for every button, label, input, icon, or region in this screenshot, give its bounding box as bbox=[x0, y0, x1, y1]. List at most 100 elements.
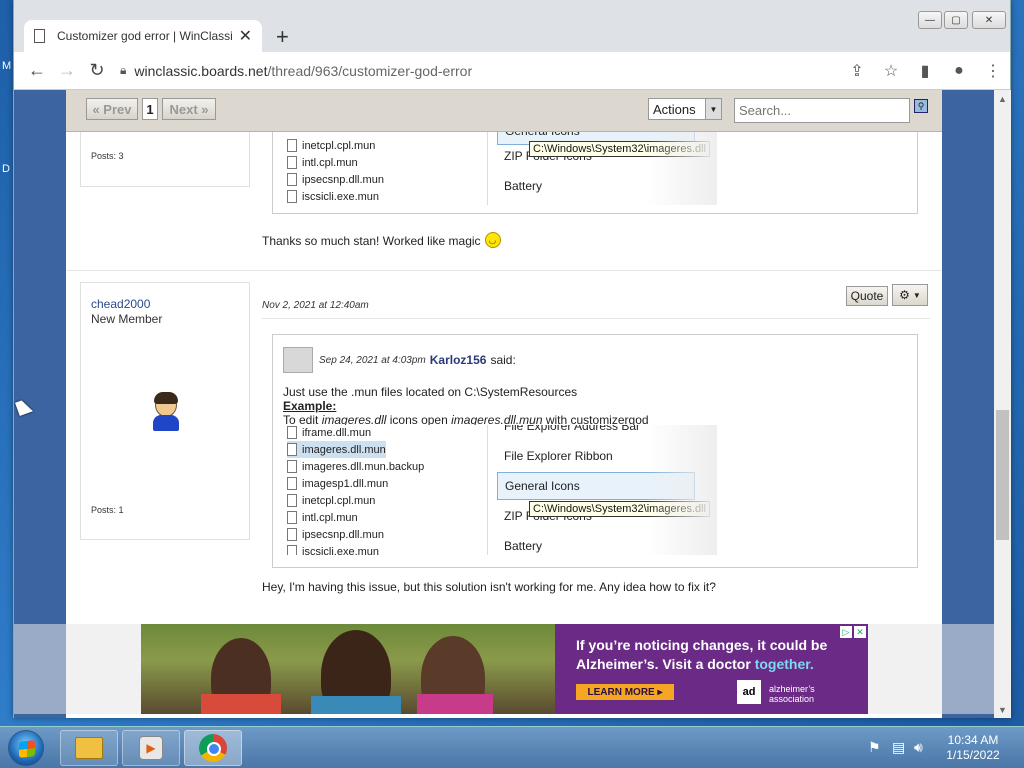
quote-date: Sep 24, 2021 at 4:03pm bbox=[319, 354, 426, 366]
system-clock[interactable]: 10:34 AM 1/15/2022 bbox=[940, 733, 1006, 763]
start-button[interactable] bbox=[8, 730, 44, 766]
post-image: inetcpl.cpl.mun intl.cpl.mun ipsecsnp.dl… bbox=[272, 132, 918, 214]
file-row: inetcpl.cpl.mun bbox=[287, 492, 375, 509]
quote-button[interactable]: Quote bbox=[846, 286, 888, 306]
learn-more-button[interactable]: LEARN MORE ▸ bbox=[576, 684, 674, 700]
close-window-button[interactable]: ✕ bbox=[972, 11, 1006, 29]
option-item: Battery bbox=[504, 179, 543, 193]
profile-avatar-icon[interactable]: ● bbox=[942, 56, 976, 86]
quote-header: Sep 24, 2021 at 4:03pm Karloz156 said: bbox=[283, 347, 516, 373]
next-page-button[interactable]: Next » bbox=[162, 98, 216, 120]
file-row: inetcpl.cpl.mun bbox=[287, 137, 375, 154]
page-scrollbar[interactable]: ▲ ▼ bbox=[994, 90, 1011, 718]
post-message: Hey, I'm having this issue, but this sol… bbox=[262, 580, 716, 594]
file-row: imagesp1.dll.mun bbox=[287, 475, 388, 492]
taskbar-chrome[interactable] bbox=[184, 730, 242, 766]
desktop-icon-label[interactable]: M bbox=[2, 60, 11, 72]
share-icon[interactable]: ⇪ bbox=[840, 56, 874, 86]
browser-tab[interactable]: Customizer god error | WinClassic ✕ bbox=[24, 20, 262, 52]
page-number-button[interactable]: 1 bbox=[142, 98, 158, 120]
quote-said: said: bbox=[490, 353, 516, 367]
ad-org-name: alzheimer’s association bbox=[769, 684, 815, 704]
tab-strip: Customizer god error | WinClassic ✕ + — … bbox=[14, 0, 1010, 52]
windows-logo-icon bbox=[19, 740, 35, 758]
gear-icon: ⚙ bbox=[899, 288, 910, 302]
taskbar-media-player[interactable]: ▶ bbox=[122, 730, 180, 766]
close-ad-icon[interactable]: ✕ bbox=[854, 626, 866, 638]
taskbar-explorer[interactable] bbox=[60, 730, 118, 766]
maximize-button[interactable]: ▢ bbox=[944, 11, 968, 29]
chevron-down-icon: ▼ bbox=[705, 99, 721, 119]
search-input[interactable] bbox=[734, 98, 910, 123]
browser-toolbar: ← → ↻ 🔒︎ winclassic.boards.net/thread/96… bbox=[14, 52, 1010, 90]
adchoices-icon[interactable]: ▷ bbox=[840, 626, 852, 638]
file-row: imageres.dll.mun.backup bbox=[287, 458, 424, 475]
file-row: intl.cpl.mun bbox=[287, 509, 358, 526]
actions-dropdown[interactable]: Actions ▼ bbox=[648, 98, 722, 120]
user-info-box: Posts: 3 bbox=[80, 132, 250, 187]
user-info-box: chead2000 New Member Posts: 1 bbox=[80, 282, 250, 540]
file-row: iframe.dll.mun bbox=[287, 425, 371, 441]
media-player-icon: ▶ bbox=[139, 736, 163, 760]
network-icon[interactable]: ▤ bbox=[892, 739, 905, 756]
page-icon bbox=[34, 29, 45, 43]
side-panel-icon[interactable]: ▮ bbox=[908, 56, 942, 86]
forward-icon[interactable]: → bbox=[52, 56, 82, 86]
back-icon[interactable]: ← bbox=[22, 56, 52, 86]
scroll-up-icon[interactable]: ▲ bbox=[994, 90, 1011, 107]
ad-banner[interactable]: If you’re noticing changes, it could be … bbox=[141, 624, 868, 714]
taskbar: ▶ ⚑ ▤ 🔊︎ 10:34 AM 1/15/2022 bbox=[0, 726, 1024, 768]
ad-headline: If you’re noticing changes, it could be … bbox=[576, 637, 828, 672]
minimize-button[interactable]: — bbox=[918, 11, 942, 29]
scroll-down-icon[interactable]: ▼ bbox=[994, 701, 1011, 718]
tab-close-icon[interactable]: ✕ bbox=[239, 26, 252, 46]
option-item: File Explorer Ribbon bbox=[504, 449, 613, 463]
bookmark-star-icon[interactable]: ☆ bbox=[874, 56, 908, 86]
search-icon[interactable]: ⚲ bbox=[914, 99, 928, 113]
post-message: Thanks so much stan! Worked like magic bbox=[262, 232, 501, 248]
tab-title: Customizer god error | WinClassic bbox=[57, 29, 233, 43]
file-row: imageres.dll.mun bbox=[287, 441, 386, 458]
avatar bbox=[151, 392, 179, 431]
chevron-down-icon: ▼ bbox=[912, 290, 921, 300]
scroll-thumb[interactable] bbox=[996, 410, 1009, 540]
user-rank: New Member bbox=[91, 312, 163, 326]
file-row: intl.cpl.mun bbox=[287, 154, 358, 171]
file-row: ipsecsnp.dll.mun bbox=[287, 526, 384, 543]
address-bar[interactable]: 🔒︎ winclassic.boards.net/thread/963/cust… bbox=[120, 56, 840, 86]
post-options-button[interactable]: ⚙ ▼ bbox=[892, 284, 928, 306]
quote-author-link[interactable]: Karloz156 bbox=[430, 353, 487, 367]
volume-icon[interactable]: 🔊︎ bbox=[914, 739, 923, 756]
screenshot-embed: iframe.dll.mun imageres.dll.mun imageres… bbox=[287, 425, 717, 555]
ad-backdrop bbox=[868, 624, 994, 714]
new-tab-button[interactable]: + bbox=[276, 24, 289, 50]
url-host: winclassic.boards.net bbox=[134, 62, 268, 79]
file-row: ipsecsnp.dll.mun bbox=[287, 171, 384, 188]
url-path: /thread/963/customizer-god-error bbox=[267, 62, 473, 79]
option-item: Battery bbox=[504, 539, 543, 553]
username-link[interactable]: chead2000 bbox=[91, 297, 150, 311]
desktop-icon-label[interactable]: D bbox=[2, 163, 10, 175]
file-row: iscsicli.exe.mun bbox=[287, 188, 379, 205]
reload-icon[interactable]: ↻ bbox=[82, 56, 112, 86]
ad-backdrop bbox=[14, 624, 141, 714]
quote-line: Just use the .mun files located on C:\Sy… bbox=[283, 385, 578, 399]
page-viewport: « Prev 1 Next » Actions ▼ ⚲ Posts: 3 ine… bbox=[14, 90, 994, 718]
post-date: Nov 2, 2021 at 12:40am bbox=[262, 300, 369, 311]
lock-icon: 🔒︎ bbox=[120, 63, 127, 77]
actions-label: Actions bbox=[653, 101, 696, 117]
prev-page-button[interactable]: « Prev bbox=[86, 98, 138, 120]
quote-avatar bbox=[283, 347, 313, 373]
option-item: File Explorer Address Bar bbox=[504, 425, 641, 433]
browser-window: Customizer god error | WinClassic ✕ + — … bbox=[13, 0, 1011, 718]
menu-kebab-icon[interactable]: ⋮ bbox=[976, 56, 1010, 86]
quote-block: Sep 24, 2021 at 4:03pm Karloz156 said: J… bbox=[272, 334, 918, 568]
screenshot-embed: inetcpl.cpl.mun intl.cpl.mun ipsecsnp.dl… bbox=[287, 132, 717, 205]
ad-council-logo: ad bbox=[737, 680, 761, 704]
forum-nav-bar: « Prev 1 Next » Actions ▼ ⚲ bbox=[66, 90, 942, 132]
chrome-icon bbox=[199, 734, 227, 762]
folder-icon bbox=[75, 737, 103, 759]
ad-photo bbox=[141, 624, 555, 714]
action-center-icon[interactable]: ⚑ bbox=[868, 739, 881, 756]
smiley-icon bbox=[484, 232, 501, 248]
